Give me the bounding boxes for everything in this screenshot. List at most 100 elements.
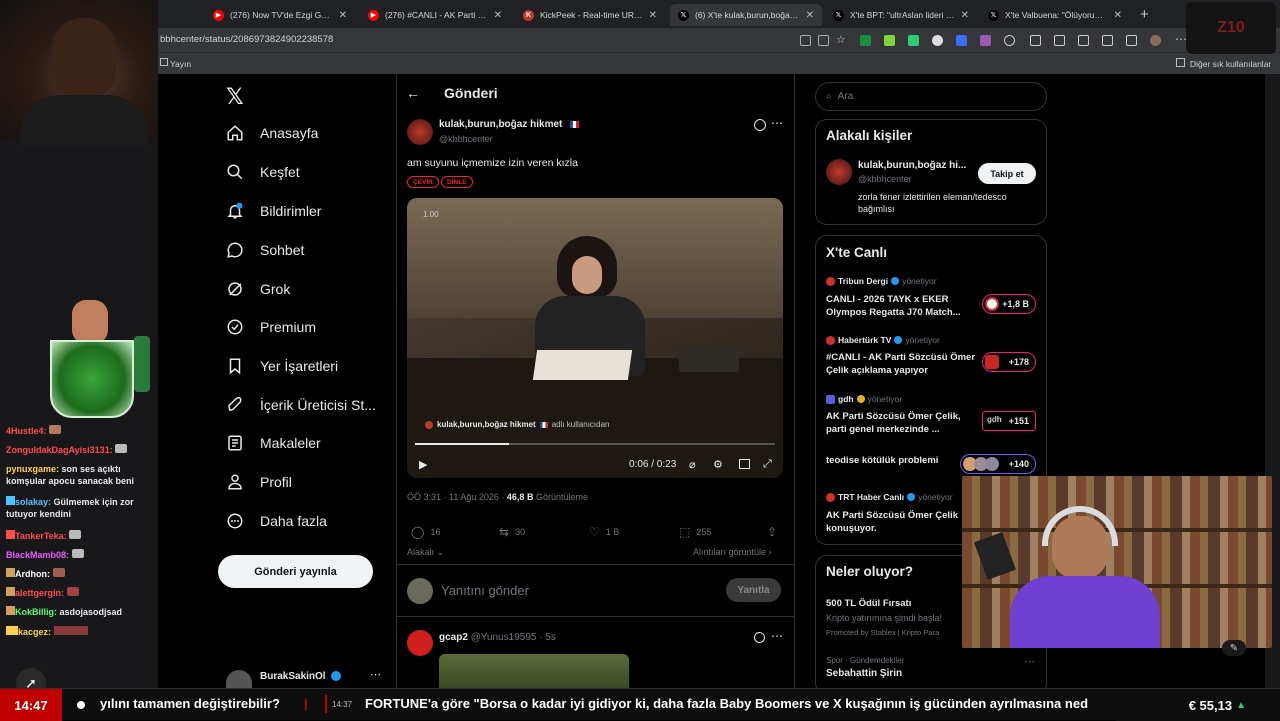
new-tab-button[interactable]: +: [1140, 6, 1149, 23]
bookmark-other[interactable]: Diğer sık kullanılanlar: [1190, 59, 1271, 69]
chat-username: alettgergin:: [15, 588, 65, 598]
video-player[interactable]: 1.00 kulak,burun,boğaz hikmet adlı kulla…: [407, 198, 783, 478]
browser-tab[interactable]: 𝕏 X'te Valbuena: "Ölüyorum amk P ✕: [980, 4, 1130, 26]
post-button[interactable]: Gönderi yayınla: [218, 555, 373, 588]
playback-speed[interactable]: 1.00: [423, 210, 439, 219]
close-tab-icon[interactable]: ✕: [649, 10, 657, 21]
account-menu-icon[interactable]: ⋯: [370, 668, 381, 681]
repost-action[interactable]: ⇆ 30: [499, 525, 525, 539]
x-logo-icon[interactable]: 𝕏: [226, 84, 244, 110]
reply-button[interactable]: Yanıtla: [726, 578, 781, 602]
nav-item-bookmarks[interactable]: Yer İşaretleri: [226, 357, 338, 375]
author-name[interactable]: kulak,burun,boğaz hikmet: [439, 119, 562, 130]
browser-tab[interactable]: K KickPeek - Real-time URL Crawle ✕: [515, 4, 665, 26]
avatar[interactable]: [226, 670, 252, 690]
refresh-icon[interactable]: [1004, 35, 1015, 46]
nav-item-explore[interactable]: Keşfet: [226, 163, 300, 181]
source-name: TRT Haber Canlı: [838, 492, 905, 502]
nav-item-articles[interactable]: Makaleler: [226, 434, 321, 452]
reply-input[interactable]: Yanıtını gönder: [441, 583, 529, 598]
translate-tag[interactable]: ÇEVİR: [407, 176, 439, 188]
nav-item-grok[interactable]: Grok: [226, 280, 290, 298]
fullscreen-icon[interactable]: ⤢: [763, 458, 772, 471]
close-tab-icon[interactable]: ✕: [806, 10, 814, 21]
video-progress-track[interactable]: [415, 443, 775, 445]
bookmark-yayin[interactable]: Yayın: [170, 59, 191, 69]
avatar[interactable]: [407, 630, 433, 656]
listen-tag[interactable]: DİNLE: [441, 176, 473, 188]
extension-icon[interactable]: [860, 35, 871, 46]
settings-icon[interactable]: ⚙: [713, 458, 723, 471]
search-box[interactable]: ⌕ Ara: [815, 82, 1047, 111]
related-person-name[interactable]: kulak,burun,boğaz hi...: [858, 160, 966, 171]
close-tab-icon[interactable]: ✕: [961, 10, 969, 21]
live-listener-badge[interactable]: +1,8 B: [982, 294, 1036, 314]
live-listener-badge[interactable]: +178: [982, 352, 1036, 372]
browser-tab[interactable]: ▶ (276) #CANLI - AK Parti Sözc ✕: [360, 4, 510, 26]
post-more-icon[interactable]: ⋯: [771, 629, 783, 643]
nav-item-chat[interactable]: Sohbet: [226, 241, 304, 259]
follow-button[interactable]: Takip et: [978, 163, 1036, 184]
avatar[interactable]: [826, 159, 852, 185]
pip-icon[interactable]: [739, 459, 750, 469]
close-tab-icon[interactable]: ✕: [494, 10, 502, 21]
url-input[interactable]: bbhcenter/status/2086973824902238578: [160, 34, 333, 45]
author-avatar[interactable]: [407, 119, 433, 145]
play-icon[interactable]: ▶: [419, 458, 427, 471]
live-listener-badge[interactable]: gdh +151: [982, 411, 1036, 431]
extension-icon[interactable]: [980, 35, 991, 46]
extension-icon[interactable]: [908, 35, 919, 46]
extensions-icon[interactable]: [1054, 35, 1065, 46]
live-item-title[interactable]: AK Parti Sözcüsü Ömer Çelik konuşuyor.: [826, 509, 976, 535]
share-action[interactable]: ⇪: [767, 525, 777, 539]
post-more-icon[interactable]: ⋯: [771, 116, 783, 130]
sidebar-icon[interactable]: [1030, 35, 1041, 46]
reply-action[interactable]: ◯ 16: [411, 525, 440, 539]
grok-icon[interactable]: [754, 119, 766, 131]
next-post-image[interactable]: [439, 654, 629, 688]
author-handle[interactable]: @kbbhcenter: [439, 134, 493, 144]
live-item-title[interactable]: AK Parti Sözcüsü Ömer Çelik, parti genel…: [826, 410, 976, 436]
nav-item-more[interactable]: Daha fazla: [226, 512, 327, 530]
nav-item-home[interactable]: Anasayfa: [226, 124, 318, 142]
live-source: Habertürk TV yönetiyor: [826, 335, 940, 345]
back-arrow-icon[interactable]: ←: [406, 85, 420, 101]
nav-item-profile[interactable]: Profil: [226, 473, 292, 491]
live-item-title[interactable]: teodise kötülük problemi: [826, 454, 976, 467]
view-quotes-link[interactable]: Alıntıları görüntüle ›: [693, 547, 772, 557]
close-tab-icon[interactable]: ✕: [1114, 10, 1122, 21]
extension-icon[interactable]: [932, 35, 943, 46]
trend-name[interactable]: Sebahattin Şirin: [826, 668, 902, 679]
live-item-title[interactable]: #CANLI - AK Parti Sözcüsü Ömer Çelik açı…: [826, 351, 976, 377]
next-post-author[interactable]: gcap2: [439, 632, 468, 643]
account-name[interactable]: BurakSakinOl: [260, 671, 326, 682]
video-time: 0:06 / 0:23: [629, 459, 677, 470]
browser-tab[interactable]: 𝕏 X'te BPT: "ultrAslan lideri Sebaha ✕: [825, 4, 977, 26]
nav-item-notifications[interactable]: Bildirimler: [226, 202, 321, 220]
close-tab-icon[interactable]: ✕: [339, 10, 347, 21]
extension-icon[interactable]: [800, 35, 811, 46]
bookmark-action[interactable]: ⬚ 255: [679, 525, 711, 539]
star-icon[interactable]: ☆: [836, 33, 846, 46]
collections-icon[interactable]: [1126, 35, 1137, 46]
browser-tab[interactable]: ▶ (276) Now TV'de Ezgi Gözeger ile ✕: [205, 4, 355, 26]
like-action[interactable]: ♡ 1 B: [589, 525, 619, 539]
copilot-icon[interactable]: [1102, 35, 1113, 46]
favorites-icon[interactable]: [1078, 35, 1089, 46]
profile-avatar-icon[interactable]: [1150, 35, 1161, 46]
promo-title[interactable]: 500 TL Ödül Fırsatı: [826, 598, 911, 609]
chat-badge-icon: [6, 626, 18, 635]
live-item-title[interactable]: CANLI - 2026 TAYK x EKER Olympos Regatta…: [826, 293, 976, 319]
nav-item-creator-studio[interactable]: İçerik Üreticisi St...: [226, 396, 376, 414]
compose-icon[interactable]: ✎: [1222, 640, 1246, 656]
extension-icon[interactable]: [956, 35, 967, 46]
reader-icon[interactable]: [818, 35, 829, 46]
grok-icon[interactable]: [754, 632, 765, 643]
extension-icon[interactable]: [884, 35, 895, 46]
mute-icon[interactable]: ⌀: [689, 458, 696, 471]
related-dropdown[interactable]: Alakalı ⌄: [407, 547, 444, 558]
browser-tab-active[interactable]: 𝕏 (6) X'te kulak,burun,boğaz hikme ✕: [670, 4, 822, 26]
trend-more-icon[interactable]: ⋯: [1024, 655, 1035, 668]
nav-item-premium[interactable]: Premium: [226, 318, 316, 336]
live-listener-badge[interactable]: +140: [960, 454, 1036, 474]
